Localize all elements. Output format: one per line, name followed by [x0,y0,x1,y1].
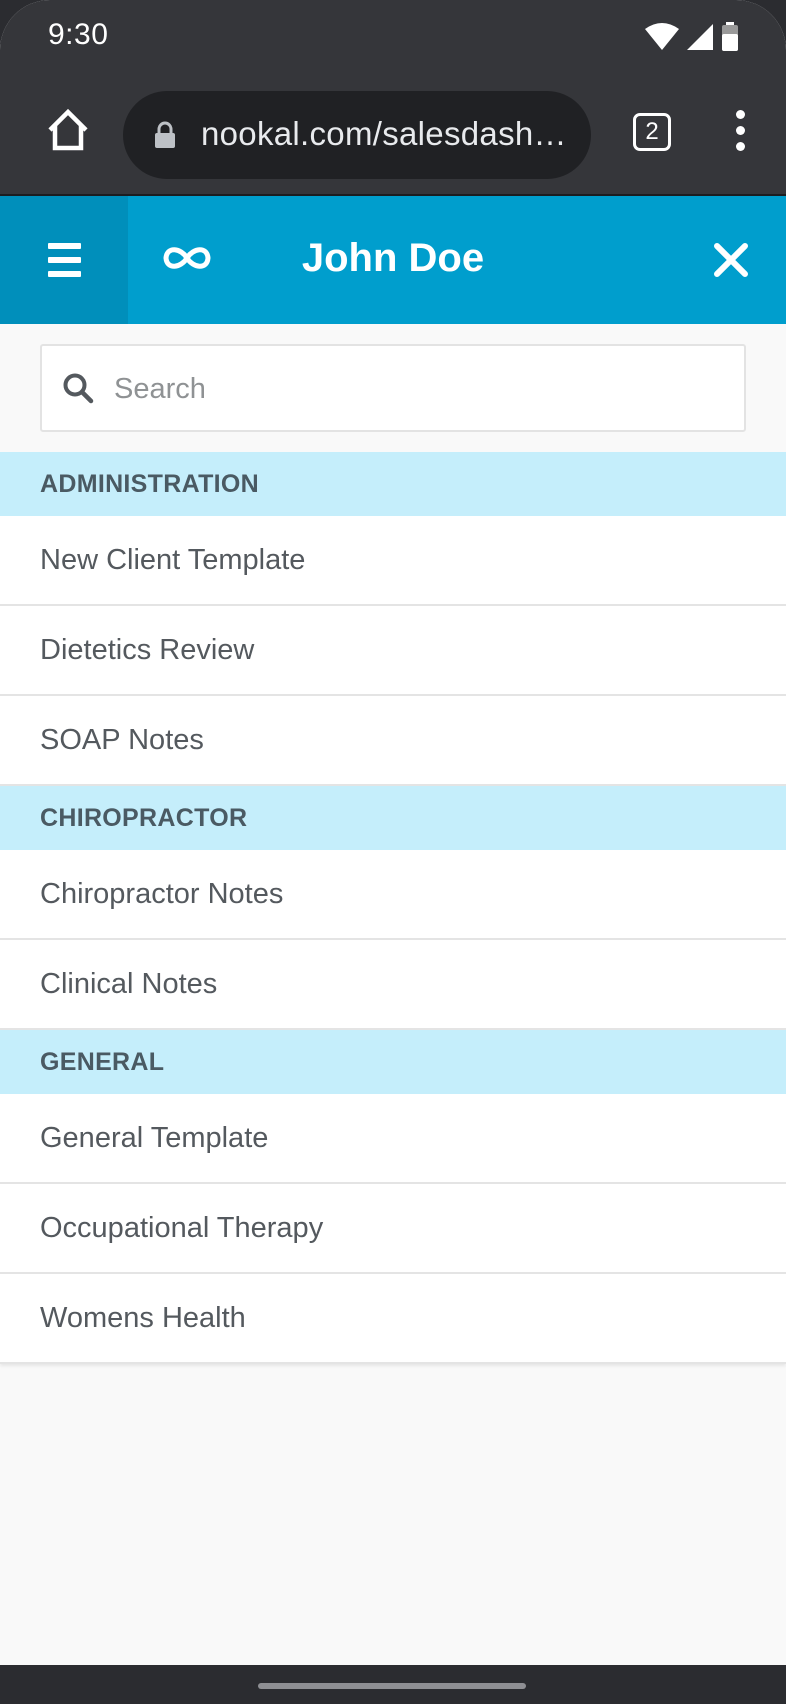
tab-switcher-button[interactable]: 2 [633,113,671,151]
list-item[interactable]: Clinical Notes [0,940,786,1030]
lock-icon [155,121,175,148]
address-bar[interactable]: nookal.com/salesdash… [123,91,591,179]
list-item[interactable]: General Template [0,1094,786,1184]
list-item[interactable]: Occupational Therapy [0,1184,786,1274]
menu-dot [735,142,745,151]
gesture-handle[interactable] [258,1683,526,1689]
phone-screen: 9:30 nookal.com/salesdash… 2 John Doe Se… [0,0,786,1704]
status-icons [644,22,740,52]
signal-icon [687,24,713,50]
status-time: 9:30 [48,18,109,51]
status-bar: 9:30 [0,0,786,76]
wifi-icon [645,23,679,50]
search-box [40,344,746,432]
list-item[interactable]: Dietetics Review [0,606,786,696]
page-title: John Doe [301,236,485,280]
search-icon [63,373,94,404]
list-item[interactable]: SOAP Notes [0,696,786,786]
template-list: ADMINISTRATION New Client Template Diete… [0,452,786,1364]
home-icon [48,108,88,151]
list-item[interactable]: Womens Health [0,1274,786,1364]
home-button[interactable] [44,106,92,154]
section-header-chiropractor: CHIROPRACTOR [0,786,786,850]
battery-icon [722,22,738,51]
list-item[interactable]: Chiropractor Notes [0,850,786,940]
menu-dot [735,126,745,135]
list-item[interactable]: New Client Template [0,516,786,606]
search-input[interactable] [112,360,716,418]
close-icon[interactable] [712,241,750,279]
section-header-general: GENERAL [0,1030,786,1094]
browser-toolbar: nookal.com/salesdash… 2 [0,76,786,196]
browser-menu-button[interactable] [728,110,752,156]
menu-dot [735,110,745,119]
app-header: John Doe [0,196,786,324]
url-text: nookal.com/salesdash… [201,115,567,152]
navigation-bar [0,1665,786,1704]
section-header-administration: ADMINISTRATION [0,452,786,516]
